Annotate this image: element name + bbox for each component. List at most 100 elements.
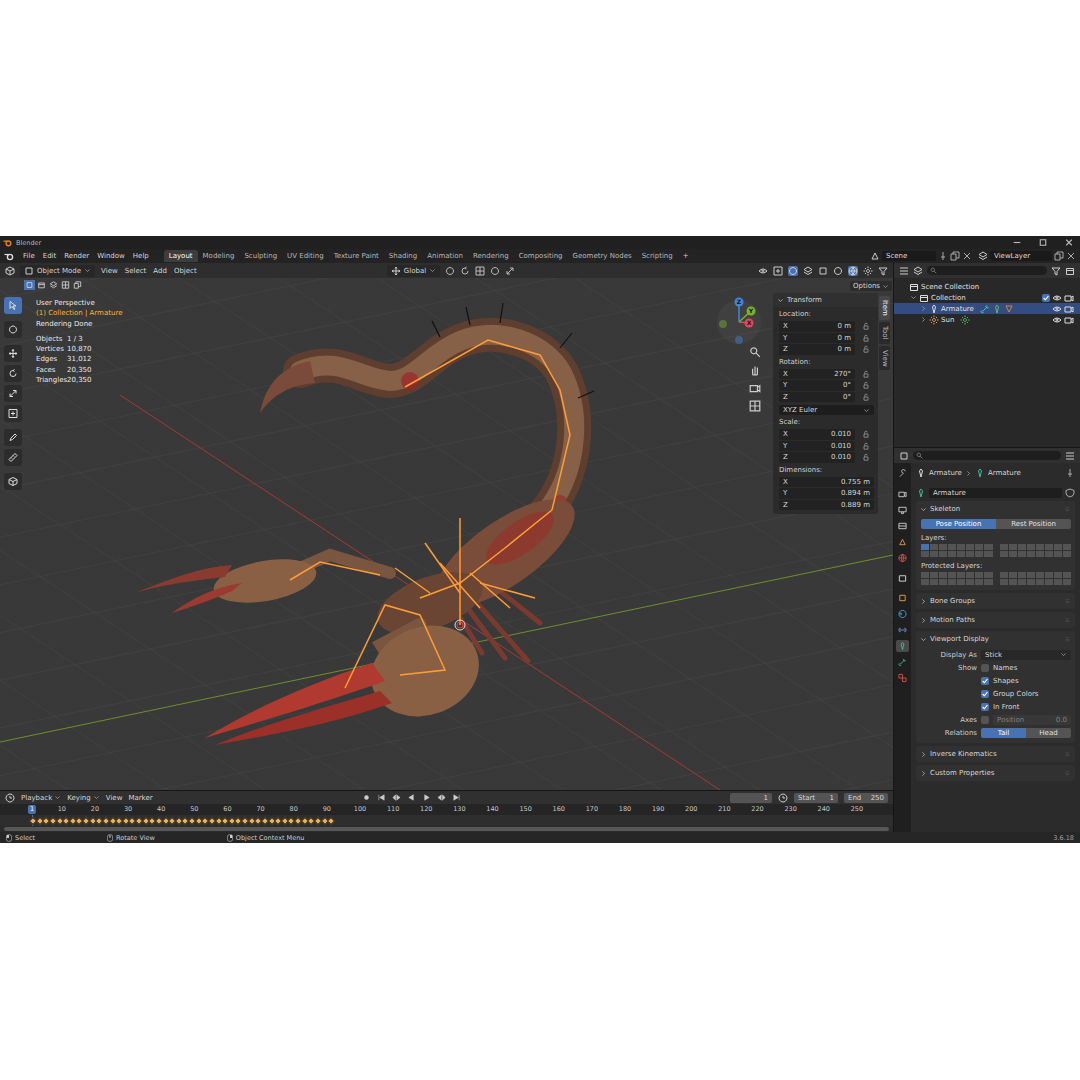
first-icon[interactable]	[377, 793, 386, 802]
options-icon[interactable]	[1065, 451, 1075, 461]
outliner-row[interactable]: Scene Collection	[894, 281, 1080, 292]
layer-cell[interactable]	[966, 551, 974, 557]
disclosure-icon[interactable]	[920, 305, 927, 312]
minimize-icon[interactable]	[1006, 237, 1028, 248]
remove-icon[interactable]	[1066, 251, 1076, 261]
layer-cell[interactable]	[1036, 572, 1044, 578]
rotate-icon[interactable]	[460, 266, 470, 276]
blender-menu-icon[interactable]	[4, 251, 14, 261]
toggle-button[interactable]: Head	[1026, 728, 1071, 738]
render-tab-icon[interactable]	[896, 488, 909, 500]
close-icon[interactable]	[1058, 237, 1080, 248]
layer-cell[interactable]	[975, 579, 983, 585]
circle-icon[interactable]	[445, 266, 455, 276]
layer-cell[interactable]	[1063, 579, 1071, 585]
menu-item[interactable]: Help	[132, 252, 150, 260]
navigation-gizmo[interactable]: XYZ	[714, 296, 764, 346]
grid-icon[interactable]	[749, 400, 761, 412]
filter-icon[interactable]	[1051, 266, 1061, 276]
constraints-tab-icon[interactable]	[896, 624, 909, 636]
add-workspace-button[interactable]: +	[678, 252, 694, 260]
layer-cell[interactable]	[948, 544, 956, 550]
circle-icon[interactable]	[788, 266, 798, 276]
display-mode-icon[interactable]	[913, 266, 923, 276]
lock-icon[interactable]	[862, 322, 870, 330]
layer-cell[interactable]	[1009, 572, 1017, 578]
object-tab-icon[interactable]	[896, 592, 909, 604]
layers-icon[interactable]	[48, 280, 59, 290]
number-field[interactable]: Z0.889 m	[779, 500, 874, 511]
viewport-menu-item[interactable]: Add	[152, 267, 168, 275]
layer-cell[interactable]	[1018, 572, 1026, 578]
layer-cell[interactable]	[921, 544, 929, 550]
layer-cell[interactable]	[921, 572, 929, 578]
menu-item[interactable]: File	[22, 252, 36, 260]
current-frame-field[interactable]: 1	[730, 793, 772, 803]
sidebar-tab[interactable]: Tool	[879, 322, 890, 344]
copy-icon[interactable]	[950, 251, 960, 261]
layer-cell[interactable]	[1009, 579, 1017, 585]
panel-header[interactable]: Transform	[773, 293, 878, 307]
layer-cell[interactable]	[948, 572, 956, 578]
sidebar-tab[interactable]: View	[879, 346, 890, 371]
layer-cell[interactable]	[1054, 551, 1062, 557]
layer-cell[interactable]	[1000, 579, 1008, 585]
new-collection-icon[interactable]	[1065, 266, 1075, 276]
disclosure-icon[interactable]	[900, 283, 907, 290]
workspace-tab[interactable]: Modeling	[198, 250, 240, 262]
layer-cell[interactable]	[975, 572, 983, 578]
timeline-menu[interactable]: Playback	[21, 794, 61, 802]
cursor-tool-icon[interactable]	[4, 297, 22, 314]
circle-icon[interactable]	[490, 266, 500, 276]
display-as-dropdown[interactable]: Stick	[981, 650, 1071, 660]
layer-cell[interactable]	[1018, 544, 1026, 550]
transform-tool-icon[interactable]	[4, 405, 22, 422]
remove-icon[interactable]	[962, 251, 972, 261]
number-field[interactable]: Z0°	[779, 392, 855, 403]
eye-icon[interactable]	[1052, 304, 1062, 314]
clock-icon[interactable]	[5, 793, 15, 803]
scorpion-model[interactable]	[135, 303, 594, 745]
layer-cell[interactable]	[939, 579, 947, 585]
layer-cell[interactable]	[1054, 544, 1062, 550]
editor-type-icon[interactable]	[5, 266, 15, 276]
workspace-tab[interactable]: Animation	[422, 250, 468, 262]
options-dropdown[interactable]: Options	[850, 281, 892, 291]
workspace-tab[interactable]: Texture Paint	[329, 250, 384, 262]
disclosure-icon[interactable]	[910, 294, 917, 301]
layer-cell[interactable]	[975, 544, 983, 550]
layer-cell[interactable]	[921, 551, 929, 557]
drag-handle-icon[interactable]	[1064, 598, 1071, 605]
pin-icon[interactable]	[938, 251, 948, 261]
show-option[interactable]: Group Colors	[981, 690, 1038, 698]
layer-cell[interactable]	[957, 579, 965, 585]
number-field[interactable]: Z0.010	[779, 452, 855, 463]
search-field[interactable]	[927, 266, 1047, 275]
workspace-tab[interactable]: Scripting	[637, 250, 678, 262]
layer-cell[interactable]	[1009, 544, 1017, 550]
drag-handle-icon[interactable]	[1064, 751, 1071, 758]
filter-icon[interactable]	[878, 266, 888, 276]
lock-icon[interactable]	[862, 345, 870, 353]
layer-cell[interactable]	[948, 579, 956, 585]
number-field[interactable]: Y0.010	[779, 441, 855, 452]
layer-cell[interactable]	[957, 551, 965, 557]
pose-icon[interactable]	[980, 304, 990, 314]
axes-checkbox[interactable]	[981, 716, 989, 724]
editor-type-icon[interactable]	[899, 266, 909, 276]
layer-cell[interactable]	[1054, 579, 1062, 585]
start-frame-field[interactable]: Start1	[794, 793, 838, 803]
lock-icon[interactable]	[862, 442, 870, 450]
outliner-row[interactable]: Collection	[894, 292, 1080, 303]
record-icon[interactable]	[362, 793, 371, 802]
section-header[interactable]: Motion Paths	[916, 612, 1075, 628]
menu-item[interactable]: Edit	[42, 252, 58, 260]
world-icon[interactable]	[848, 266, 858, 276]
workspace-tab[interactable]: Sculpting	[239, 250, 282, 262]
number-field[interactable]: Y0°	[779, 380, 855, 391]
layer-cell[interactable]	[1000, 544, 1008, 550]
breadcrumb-item[interactable]: Armature	[929, 469, 962, 477]
eye-icon[interactable]	[1052, 315, 1062, 325]
name-field[interactable]: Armature	[929, 488, 1062, 498]
layer-cell[interactable]	[930, 579, 938, 585]
